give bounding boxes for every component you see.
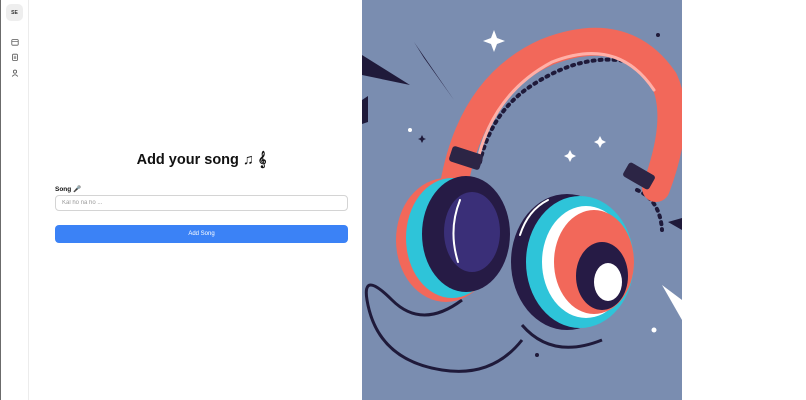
song-input[interactable] <box>55 195 348 211</box>
user-icon[interactable] <box>10 68 19 77</box>
song-label: Song 🎤 <box>55 186 82 193</box>
clipboard-icon[interactable] <box>10 52 19 61</box>
headphones-illustration <box>362 0 682 400</box>
calendar-icon[interactable] <box>10 37 19 46</box>
add-song-button[interactable]: Add Song <box>55 225 348 243</box>
app-logo[interactable]: SE <box>6 4 23 21</box>
headphones-icon <box>362 27 682 373</box>
add-song-form: Add your song ♫ 𝄞 Song 🎤 Add Song <box>55 0 348 400</box>
page-title: Add your song ♫ 𝄞 <box>136 152 267 168</box>
sidebar: SE <box>1 0 29 400</box>
